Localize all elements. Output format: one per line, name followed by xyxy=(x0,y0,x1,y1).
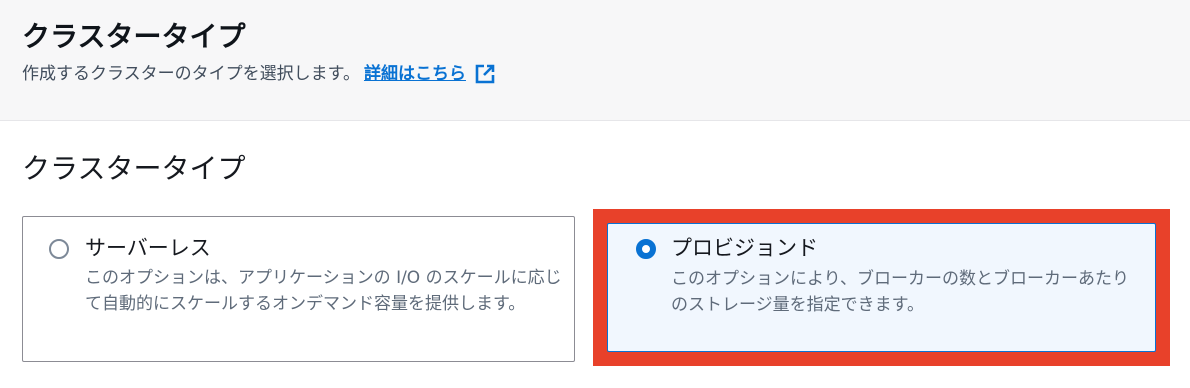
page-header: クラスタータイプ 作成するクラスターのタイプを選択します。 詳細はこちら xyxy=(0,0,1190,121)
learn-more-link[interactable]: 詳細はこちら xyxy=(364,62,466,86)
provisioned-option-tile[interactable]: プロビジョンド このオプションにより、ブローカーの数とブローカーあたりのストレー… xyxy=(607,223,1156,352)
header-description-text: 作成するクラスターのタイプを選択します。 xyxy=(22,64,360,84)
header-title: クラスタータイプ xyxy=(22,20,246,53)
serverless-option-tile[interactable]: サーバーレス このオプションは、アプリケーションの I/O のスケールに応じて自… xyxy=(22,216,575,362)
serverless-option-description: このオプションは、アプリケーションの I/O のスケールに応じて自動的にスケール… xyxy=(85,268,562,314)
provisioned-option-label: プロビジョンド xyxy=(671,236,818,260)
provisioned-radio-button[interactable] xyxy=(636,239,656,259)
section-title: クラスタータイプ xyxy=(22,152,246,185)
provisioned-option-description: このオプションにより、ブローカーの数とブローカーあたりのストレージ量を指定できま… xyxy=(671,269,1129,315)
serverless-option-label: サーバーレス xyxy=(85,236,211,260)
serverless-radio-button[interactable] xyxy=(49,239,69,259)
external-link-icon[interactable] xyxy=(474,63,496,85)
header-description: 作成するクラスターのタイプを選択します。 詳細はこちら xyxy=(22,62,496,86)
